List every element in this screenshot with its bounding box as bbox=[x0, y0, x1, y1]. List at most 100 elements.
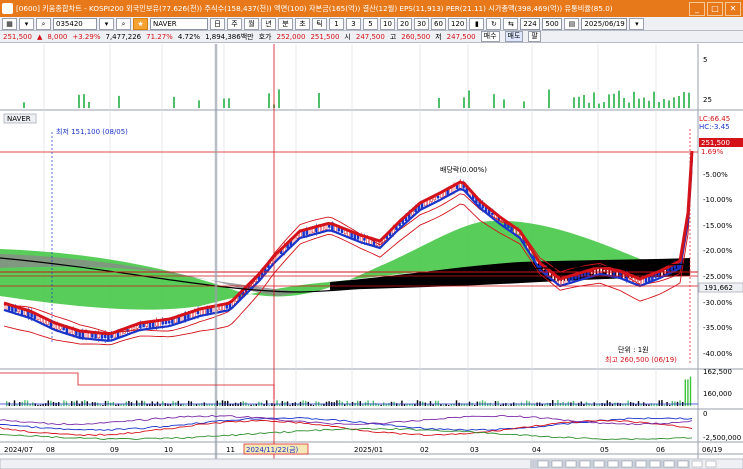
volume-bar bbox=[76, 400, 78, 406]
volume-bar bbox=[188, 400, 190, 406]
calendar-icon[interactable]: ▤ bbox=[564, 17, 580, 30]
dropdown-icon[interactable]: ▾ bbox=[19, 17, 34, 30]
current-percent-tag: 1.69% bbox=[701, 148, 724, 156]
volume: 7,477,226 bbox=[105, 32, 142, 41]
date-tag: 2024/11/22(금) bbox=[246, 446, 299, 454]
period-month[interactable]: 월 bbox=[244, 17, 259, 30]
volume-bar bbox=[432, 404, 434, 406]
sell-button[interactable]: 매도 bbox=[504, 31, 524, 42]
count-input[interactable]: 224 bbox=[520, 17, 541, 30]
period-tick[interactable]: 틱 bbox=[312, 17, 327, 30]
top-axis-5: 5 bbox=[703, 56, 707, 64]
minimize-button[interactable]: _ bbox=[689, 1, 705, 16]
top-volume-bar bbox=[83, 94, 85, 108]
code-search-icon[interactable]: ⌕ bbox=[116, 17, 131, 30]
volume-bar bbox=[39, 404, 42, 406]
volume-bar bbox=[216, 400, 218, 406]
close-button[interactable]: ✕ bbox=[725, 1, 741, 16]
favorite-icon[interactable]: ★ bbox=[133, 17, 148, 30]
period-year[interactable]: 년 bbox=[261, 17, 276, 30]
top-volume-bar bbox=[228, 98, 230, 108]
window-title: [0600] 키움종합차트 - KOSPI200 외국인보유(77.626(천)… bbox=[16, 3, 613, 13]
volume-bar bbox=[546, 402, 549, 406]
candle-body bbox=[142, 323, 145, 328]
high-price: 260,500 bbox=[401, 32, 431, 41]
minute-120[interactable]: 120 bbox=[448, 17, 468, 30]
compare-icon[interactable]: ⇆ bbox=[503, 17, 519, 30]
volume-bar bbox=[648, 404, 650, 406]
volume-bar bbox=[689, 376, 692, 406]
scroll-bar[interactable] bbox=[0, 458, 743, 469]
top-volume-bar bbox=[268, 93, 270, 108]
minute-20[interactable]: 20 bbox=[397, 17, 412, 30]
top-volume-bar bbox=[493, 94, 495, 108]
volume-bar bbox=[663, 404, 666, 406]
volume-bar bbox=[37, 404, 39, 406]
refresh-icon[interactable]: ↻ bbox=[486, 17, 502, 30]
volume-bar bbox=[606, 400, 608, 406]
minute-3[interactable]: 3 bbox=[346, 17, 361, 30]
top-volume-bar bbox=[503, 99, 505, 108]
menu-button[interactable]: 팔 bbox=[528, 31, 541, 42]
x-axis-label: 06 bbox=[656, 446, 665, 454]
code-dropdown-icon[interactable]: ▾ bbox=[99, 17, 114, 30]
volume-bar bbox=[63, 400, 65, 406]
volume-bar bbox=[637, 401, 640, 406]
volume-bar bbox=[375, 403, 377, 406]
volume-bar bbox=[13, 400, 16, 406]
volume-bar bbox=[492, 404, 494, 406]
minute-30[interactable]: 30 bbox=[414, 17, 429, 30]
volume-bar bbox=[310, 404, 312, 406]
bar-chart-icon[interactable]: ▮ bbox=[469, 17, 485, 30]
volume-bar bbox=[185, 404, 187, 406]
volume-bar bbox=[362, 404, 364, 406]
stock-chart[interactable]: 5 25 NAVER 최저 151,100 (08/05) 배당락(0.00%)… bbox=[0, 44, 743, 469]
search-icon[interactable]: ⌕ bbox=[36, 17, 51, 30]
scrollbar-button-icon bbox=[551, 460, 563, 468]
minute-60[interactable]: 60 bbox=[431, 17, 446, 30]
minute-10[interactable]: 10 bbox=[380, 17, 395, 30]
period-week[interactable]: 주 bbox=[227, 17, 242, 30]
volume-bar bbox=[572, 400, 575, 406]
date-dropdown-icon[interactable]: ▾ bbox=[629, 17, 645, 30]
scrollbar-button-icon bbox=[593, 460, 605, 468]
candle-body bbox=[17, 309, 21, 313]
maximize-button[interactable]: □ bbox=[707, 1, 723, 16]
volume-bar bbox=[380, 404, 382, 406]
volume-bar bbox=[658, 400, 660, 406]
top-volume-bar bbox=[678, 95, 680, 108]
period-day[interactable]: 日 bbox=[210, 17, 225, 30]
top-volume-bar bbox=[653, 91, 655, 108]
volume-bar bbox=[250, 404, 252, 406]
stock-code-input[interactable]: 035420 bbox=[53, 17, 97, 30]
minute-1[interactable]: 1 bbox=[329, 17, 344, 30]
volume-bar bbox=[497, 400, 499, 406]
percent-axis-label: -10.00% bbox=[703, 196, 733, 204]
volume-bar bbox=[47, 400, 49, 406]
count-total: 500 bbox=[542, 17, 563, 30]
volume-bar bbox=[180, 404, 182, 406]
candle-body bbox=[436, 195, 440, 199]
period-minute[interactable]: 분 bbox=[278, 17, 293, 30]
top-volume-bar bbox=[583, 94, 585, 108]
volume-bar bbox=[372, 400, 374, 406]
volume-bar bbox=[305, 400, 307, 406]
volume-bar bbox=[208, 404, 211, 406]
high-annotation: 최고 260,500 (06/19) bbox=[605, 355, 677, 364]
chart-type-icon[interactable]: ▦ bbox=[2, 17, 17, 30]
volume-bar bbox=[302, 400, 304, 406]
date-input[interactable]: 2025/06/19 bbox=[581, 17, 628, 30]
volume-bar bbox=[440, 404, 442, 406]
volume-bar bbox=[619, 403, 621, 406]
period-second[interactable]: 초 bbox=[295, 17, 310, 30]
top-volume-bar bbox=[223, 98, 225, 108]
candle-body bbox=[167, 320, 171, 324]
buy-button[interactable]: 매수 bbox=[480, 31, 500, 42]
percent-axis-label: -40.00% bbox=[703, 350, 733, 358]
top-volume-bar bbox=[683, 92, 685, 108]
top-volume-bar bbox=[198, 100, 200, 108]
volume-bar bbox=[292, 402, 294, 406]
minute-5[interactable]: 5 bbox=[363, 17, 378, 30]
candle-body bbox=[145, 323, 149, 327]
turnover: 4.72% bbox=[177, 32, 201, 41]
